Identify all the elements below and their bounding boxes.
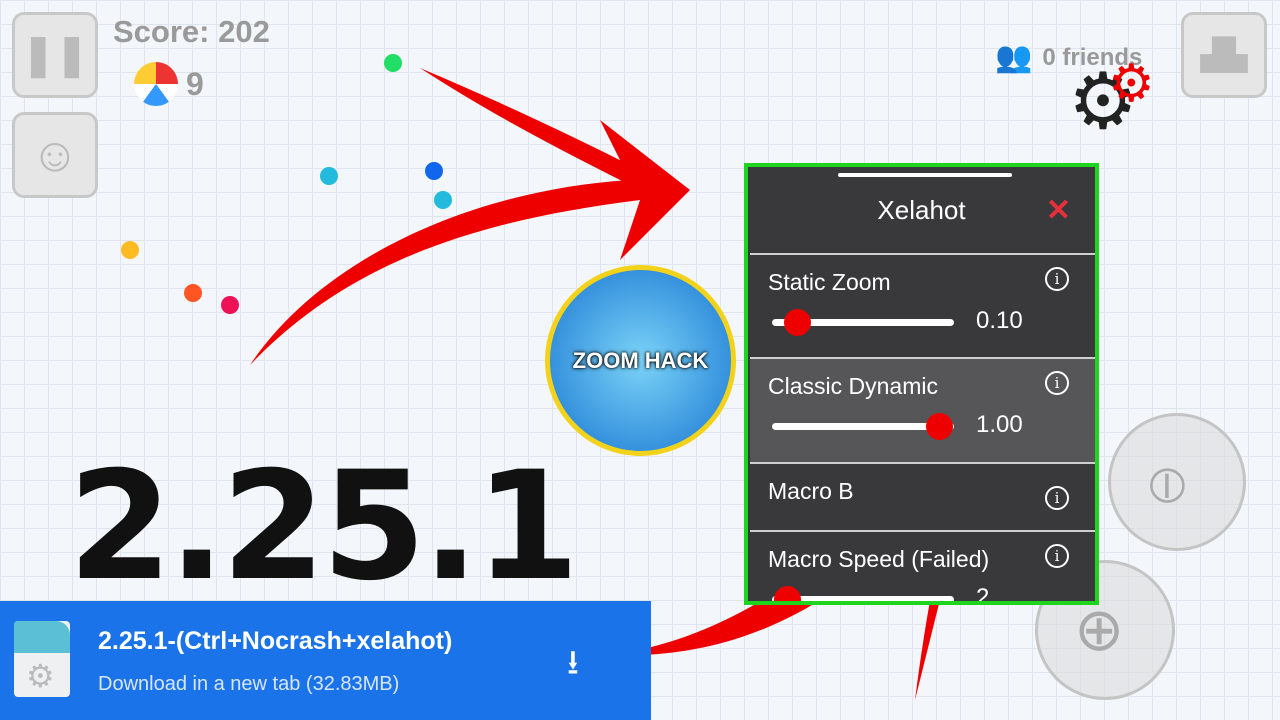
info-icon[interactable]: i xyxy=(1045,267,1069,291)
split-icon: ⦶ xyxy=(1149,457,1186,513)
drag-handle[interactable] xyxy=(838,173,1012,177)
slider-knob[interactable] xyxy=(784,309,812,336)
info-icon[interactable]: i xyxy=(1045,371,1069,395)
file-icon: ⚙ xyxy=(14,621,70,697)
download-banner[interactable]: ⚙ 2.25.1-(Ctrl+Nocrash+xelahot) Download… xyxy=(0,601,651,720)
menu-title: Xelahot xyxy=(877,195,966,225)
xelahot-mod-menu: Xelahot ✕ Static Zoom i 0.10 Classic Dyn… xyxy=(744,163,1099,605)
setting-value: 0.10 xyxy=(976,307,1023,334)
slider-knob[interactable] xyxy=(773,586,801,601)
static-zoom-slider[interactable] xyxy=(772,309,954,336)
badge-label: ZOOM HACK xyxy=(572,347,709,373)
download-icon[interactable]: ⭳ xyxy=(567,639,579,696)
macro-speed-slider[interactable] xyxy=(772,586,954,601)
setting-value: 2 xyxy=(976,584,990,605)
setting-label: Macro Speed (Failed) xyxy=(768,546,990,572)
info-icon[interactable]: i xyxy=(1045,486,1069,510)
download-subtitle: Download in a new tab (32.83MB) xyxy=(98,673,400,695)
info-icon[interactable]: i xyxy=(1045,544,1069,568)
setting-static-zoom: Static Zoom i 0.10 xyxy=(750,253,1095,357)
setting-classic-dynamic: Classic Dynamic i 1.00 xyxy=(750,357,1095,462)
close-icon[interactable]: ✕ xyxy=(1046,193,1071,228)
setting-value: 1.00 xyxy=(976,411,1023,438)
split-button[interactable]: ⦶ xyxy=(1108,413,1246,551)
gear-icon: ⚙ xyxy=(26,658,55,694)
classic-dynamic-slider[interactable] xyxy=(772,413,954,440)
setting-macro-b: Macro B i xyxy=(750,462,1095,530)
setting-label: Static Zoom xyxy=(768,269,891,295)
crosshair-icon: ⊕ xyxy=(1074,596,1125,663)
setting-label: Classic Dynamic xyxy=(768,373,938,399)
setting-macro-speed: Macro Speed (Failed) i 2 xyxy=(750,530,1095,605)
download-title: 2.25.1-(Ctrl+Nocrash+xelahot) xyxy=(98,627,453,655)
zoom-hack-badge: ZOOM HACK xyxy=(545,265,736,456)
setting-label: Macro B xyxy=(768,478,854,504)
version-title: 2.25.1 xyxy=(68,440,579,614)
slider-knob[interactable] xyxy=(926,413,954,440)
